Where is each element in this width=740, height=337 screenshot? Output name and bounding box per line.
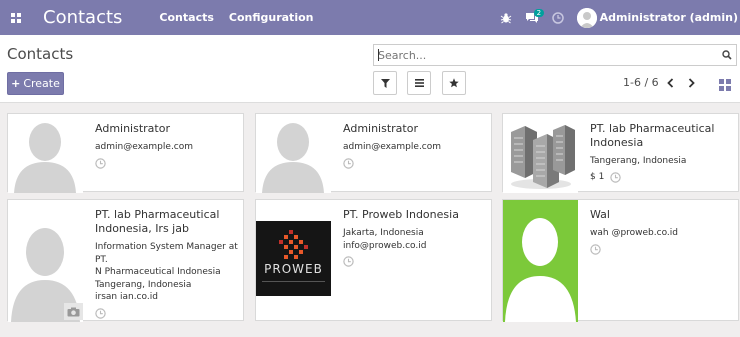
filters-button[interactable] (373, 71, 397, 95)
pager-value[interactable]: 1-6 / 6 (623, 76, 659, 89)
sales-amount[interactable]: $ 1 (590, 172, 604, 182)
contact-location: Tangerang, Indonesia (95, 279, 192, 290)
app-switcher-button[interactable] (2, 0, 30, 35)
user-menu[interactable]: Administrator (admin) (576, 7, 738, 28)
pager-next-button[interactable] (684, 75, 698, 91)
contact-function: Information System Manager at PT. (95, 242, 238, 265)
search-box (373, 44, 737, 66)
kanban-card[interactable]: PROWEB PT. Proweb Indonesia Jakarta, Ind… (255, 199, 492, 321)
company-buildings-image (503, 114, 578, 193)
kanban-card[interactable]: PT. lab Pharmaceutical Indonesia, Irs ja… (7, 199, 244, 322)
kanban-card[interactable]: Administrator admin@example.com (7, 113, 244, 193)
contact-name: Administrator (95, 122, 170, 135)
contact-email: admin@example.com (343, 142, 442, 152)
clock-icon (551, 11, 564, 24)
proweb-logo-text: PROWEB (264, 262, 323, 276)
kanban-grid-icon (719, 79, 731, 91)
contact-name: Wal (590, 208, 610, 221)
company-location: Jakarta, Indonesia (343, 228, 424, 238)
messages-count-badge: 2 (533, 9, 545, 17)
activity-clock-icon[interactable] (590, 243, 734, 258)
plus-icon: + (11, 77, 21, 90)
control-panel: Contacts + Create 1-6 / 6 (0, 35, 740, 103)
pager-previous-button[interactable] (663, 75, 677, 91)
contact-email: irsan ian.co.id (95, 292, 158, 302)
contact-company: N Pharmaceutical Indonesia (95, 267, 221, 277)
create-button[interactable]: + Create (7, 72, 64, 95)
camera-icon[interactable] (64, 303, 83, 320)
text-cursor (378, 49, 379, 61)
top-navbar: Contacts Contacts Configuration 2 Admini… (0, 0, 740, 35)
company-email: info@proweb.co.id (343, 240, 427, 251)
proweb-logo-image: PROWEB (256, 221, 331, 296)
group-by-button[interactable] (407, 71, 431, 95)
favorites-button[interactable] (442, 71, 466, 95)
search-icon[interactable] (718, 50, 736, 60)
activity-clock-icon[interactable] (95, 307, 239, 322)
contact-name: Administrator (343, 122, 418, 135)
kanban-view-button[interactable] (719, 76, 733, 91)
menu-contacts[interactable]: Contacts (159, 11, 213, 24)
activities-button[interactable] (545, 0, 571, 35)
company-name: PT. Proweb Indonesia (343, 208, 459, 221)
activity-clock-icon[interactable] (343, 256, 487, 270)
chevron-right-icon (688, 78, 695, 88)
user-name: Administrator (admin) (599, 11, 738, 24)
avatar (576, 7, 597, 28)
company-location: Tangerang, Indonesia (590, 156, 687, 166)
kanban-card[interactable]: Wal wah @proweb.co.id (502, 199, 739, 322)
kanban-card[interactable]: PT. lab Pharmaceutical Indonesia Tangera… (502, 113, 739, 193)
chevron-left-icon (666, 78, 673, 88)
contact-name: PT. lab Pharmaceutical Indonesia, Irs ja… (95, 208, 220, 235)
company-name: PT. lab Pharmaceutical Indonesia (590, 122, 715, 149)
activity-clock-icon[interactable] (343, 157, 487, 172)
filter-icon (380, 78, 390, 88)
list-icon (414, 79, 424, 87)
activity-clock-icon[interactable] (95, 157, 239, 172)
contact-placeholder-image (256, 114, 331, 193)
kanban-card[interactable]: Administrator admin@example.com (255, 113, 492, 193)
contact-avatar-image (503, 200, 578, 322)
activity-clock-icon[interactable] (610, 171, 622, 183)
menu-configuration[interactable]: Configuration (229, 11, 314, 24)
create-label: Create (23, 77, 60, 90)
contact-placeholder-image (8, 114, 83, 193)
breadcrumb: Contacts (7, 45, 74, 63)
app-title: Contacts (43, 7, 123, 28)
contact-email: admin@example.com (95, 142, 194, 152)
search-input[interactable] (374, 46, 718, 64)
star-icon (449, 78, 459, 88)
debug-bug-icon[interactable] (493, 0, 519, 35)
contact-email: wah @proweb.co.id (590, 228, 679, 238)
messages-button[interactable]: 2 (519, 0, 545, 35)
apps-grid-icon (11, 12, 21, 23)
